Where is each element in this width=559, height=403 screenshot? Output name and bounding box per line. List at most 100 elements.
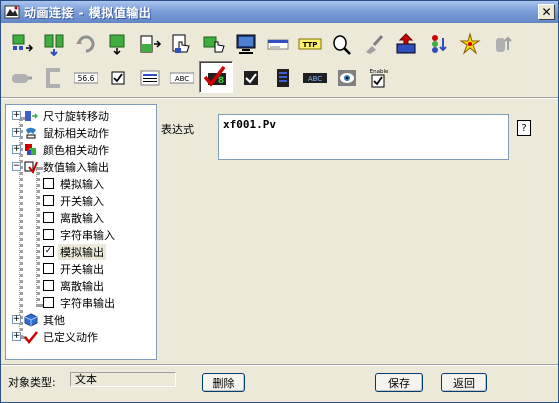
numeric-input-icon: 56.6 (73, 72, 98, 83)
list-icon (140, 70, 159, 85)
analog-output-button[interactable]: 8 (199, 61, 233, 93)
tree-node-label: 鼠标相关动作 (43, 126, 109, 140)
tooltip-button[interactable]: TTP (295, 29, 324, 58)
brush-button[interactable] (359, 29, 388, 58)
text-output-button[interactable]: ABC (300, 63, 329, 92)
text-input-text: ABC (174, 75, 188, 83)
mouse-node-icon (26, 127, 36, 138)
expand-icon[interactable]: + (12, 111, 21, 120)
tree-node-label: 尺寸旋转移动 (43, 109, 109, 123)
checkbox[interactable] (43, 229, 54, 240)
expand-icon[interactable]: + (12, 315, 21, 324)
collapse-icon[interactable]: − (12, 162, 21, 171)
expand-icon[interactable]: + (12, 128, 21, 137)
hand-icon (172, 34, 190, 53)
magnifier-button[interactable] (327, 29, 356, 58)
tree-leaf-switch-input[interactable]: 开关输入 (43, 192, 106, 209)
tree-node-defined-actions[interactable]: + 已定义动作 (12, 328, 100, 345)
title-bar[interactable]: 动画连接 - 模拟值输出 ✕ (1, 1, 558, 23)
mouse-action-button[interactable] (199, 29, 228, 58)
tree-leaf-string-input[interactable]: 字符串输入 (43, 226, 117, 243)
footer-divider (1, 364, 558, 366)
checkbox[interactable] (43, 297, 54, 308)
tree-node-color-actions[interactable]: + 颜色相关动作 (12, 141, 111, 158)
animation-link-dialog: 动画连接 - 模拟值输出 ✕ TTP 56.6 ABC 8 ABC Enable… (0, 0, 559, 403)
move-arrows-button[interactable] (39, 29, 68, 58)
toolbar-row-2: 56.6 ABC 8 ABC Enable (7, 61, 396, 93)
checkbox-icon (111, 71, 124, 84)
checkbox[interactable] (43, 212, 54, 223)
bracket-button[interactable] (39, 63, 68, 92)
tree-node-other[interactable]: + 其他 (12, 311, 67, 328)
expression-label: 表达式 (161, 123, 194, 136)
tooltip-text: TTP (302, 41, 317, 49)
object-type-label: 对象类型: (8, 376, 56, 389)
text-input-button[interactable]: ABC (167, 63, 196, 92)
tree-leaf-label: 离散输出 (60, 279, 104, 293)
monitor-icon (236, 34, 255, 54)
numeric-input-button[interactable]: 56.6 (71, 63, 100, 92)
visibility-button[interactable] (332, 63, 361, 92)
tree-leaf-string-output[interactable]: 字符串输出 (43, 294, 117, 311)
lcd-icon (276, 68, 289, 87)
checkbox[interactable] (43, 263, 54, 274)
flash-button[interactable] (455, 29, 484, 58)
pipe-icon (11, 73, 32, 83)
delete-button[interactable]: 删除 (202, 373, 245, 392)
checkbox[interactable] (43, 280, 54, 291)
tree-leaf-discrete-input[interactable]: 离散输入 (43, 209, 106, 226)
action-toolbar: TTP 56.6 ABC 8 ABC Enable (1, 25, 558, 97)
rotate-button[interactable] (71, 29, 100, 58)
resize-button[interactable] (103, 29, 132, 58)
hand-button[interactable] (167, 29, 196, 58)
tree-node-label: 颜色相关动作 (43, 143, 109, 157)
tree-leaf-analog-output[interactable]: ✓ 模拟输出 (43, 243, 106, 260)
tree-node-size-rotate-move[interactable]: + 尺寸旋转移动 (12, 107, 111, 124)
expand-icon[interactable]: + (12, 145, 21, 154)
visibility-icon (337, 69, 356, 86)
cylinder-button[interactable] (487, 29, 516, 58)
tree-leaf-label: 开关输出 (60, 262, 104, 276)
move-arrows-icon (44, 34, 63, 56)
close-button[interactable]: ✕ (538, 4, 555, 20)
slider-icon (267, 39, 288, 49)
traffic-light-button[interactable] (423, 29, 452, 58)
list-button[interactable] (135, 63, 164, 92)
tree-leaf-switch-output[interactable]: 开关输出 (43, 260, 106, 277)
monitor-button[interactable] (231, 29, 260, 58)
expression-input[interactable]: xf001.Pv (218, 114, 509, 160)
fill-button[interactable] (135, 29, 164, 58)
expand-icon[interactable]: + (12, 332, 21, 341)
tree-node-label: 已定义动作 (43, 330, 98, 344)
toolbar-row-1: TTP (7, 29, 519, 58)
cube-icon (24, 312, 38, 327)
move-button[interactable] (7, 29, 36, 58)
magnifier-icon (332, 34, 351, 55)
slider-button[interactable] (263, 29, 292, 58)
tree-node-mouse-actions[interactable]: + 鼠标相关动作 (12, 124, 111, 141)
analog-output-icon: 8 (204, 65, 226, 87)
checkbox-dark-button[interactable] (236, 63, 265, 92)
enable-button[interactable]: Enable (364, 63, 393, 92)
close-icon: ✕ (541, 5, 552, 19)
tree-leaf-analog-input[interactable]: 模拟输入 (43, 175, 106, 192)
bracket-icon (45, 67, 60, 88)
checkbox[interactable] (43, 195, 54, 206)
tree-leaf-label: 字符串输入 (60, 228, 115, 242)
back-button[interactable]: 返回 (441, 373, 487, 392)
tree-leaf-label: 离散输入 (60, 211, 104, 225)
action-tree[interactable]: + 尺寸旋转移动 + 鼠标相关动作 + 颜色相关动作 − 数值输入输出 模拟输入… (5, 104, 157, 360)
upload-button[interactable] (391, 29, 420, 58)
lcd-button[interactable] (268, 63, 297, 92)
traffic-light-icon (431, 34, 447, 53)
checkbox-checked[interactable]: ✓ (43, 246, 54, 257)
expression-help-button[interactable]: ? (517, 120, 531, 136)
upload-icon (396, 32, 415, 53)
save-button[interactable]: 保存 (375, 373, 423, 392)
tree-leaf-discrete-output[interactable]: 离散输出 (43, 277, 106, 294)
checkbox[interactable] (43, 178, 54, 189)
text-input-icon: ABC (169, 72, 194, 83)
pipe-button[interactable] (7, 63, 36, 92)
checkbox-button[interactable] (103, 63, 132, 92)
tree-node-value-io[interactable]: − 数值输入输出 (12, 158, 111, 175)
